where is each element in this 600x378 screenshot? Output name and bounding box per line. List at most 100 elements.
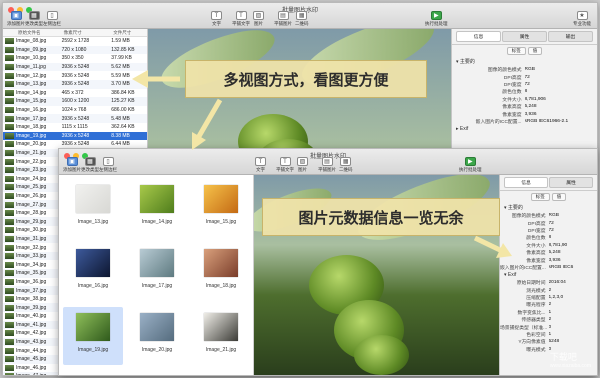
image-icon: ▨ bbox=[297, 157, 308, 166]
watermark-url: www.xiazaiba.com bbox=[549, 363, 591, 369]
thumbnail-cell[interactable]: Image_21.jpg bbox=[191, 307, 251, 365]
section-main[interactable]: ▾ 主要的 bbox=[500, 203, 597, 212]
file-row[interactable]: Image_15.jpg 1600 x 1200 125.27 KB bbox=[3, 97, 147, 106]
row-thumbnail bbox=[5, 235, 14, 242]
info-value: 2 bbox=[548, 302, 552, 308]
toolbar-button[interactable]: ★ 专业功能 bbox=[573, 11, 591, 27]
toolbar-button[interactable]: ▤ 平铺图片 bbox=[318, 157, 336, 173]
info-key: 颜色位数 bbox=[526, 236, 546, 242]
row-filename: Image_35.jpg bbox=[15, 270, 47, 277]
toolbar-button[interactable]: ▨ 图片 bbox=[297, 157, 308, 173]
col-dimensions[interactable]: 像素尺寸 bbox=[62, 29, 112, 36]
toolbar-button[interactable]: ▶ 执行批处理 bbox=[459, 157, 482, 173]
info-value: 1,2,3,0 bbox=[548, 295, 564, 301]
toolbar-button[interactable]: T 文字 bbox=[211, 11, 222, 27]
inspector-tabs: 信息 属性 bbox=[500, 175, 597, 191]
subtab-value[interactable]: 值 bbox=[527, 47, 543, 55]
toolbar-button-label: 更改类型 bbox=[25, 21, 43, 26]
thumbnail-cell[interactable]: Image_20.jpg bbox=[127, 307, 187, 365]
subtab-value[interactable]: 值 bbox=[551, 193, 567, 201]
tab-output[interactable]: 输出 bbox=[548, 31, 593, 42]
tab-info[interactable]: 信息 bbox=[504, 177, 548, 188]
thumbnail-name: Image_16.jpg bbox=[77, 283, 109, 289]
row-thumbnail bbox=[5, 132, 14, 139]
toolbar-button-label: 执行批处理 bbox=[425, 21, 448, 26]
row-dimensions: 350 x 350 bbox=[61, 55, 84, 62]
toolbar-button[interactable]: ▯ 左侧边栏 bbox=[43, 11, 61, 27]
row-filesize: 1.59 MB bbox=[111, 38, 130, 45]
thumbnail-cell[interactable]: Image_14.jpg bbox=[127, 179, 187, 237]
toolbar-button[interactable]: ▶ 执行批处理 bbox=[425, 11, 448, 27]
thumbnail-cell[interactable]: Image_17.jpg bbox=[127, 243, 187, 301]
row-filename: Image_19.jpg bbox=[15, 132, 47, 139]
thumbnail-cell[interactable]: Image_15.jpg bbox=[191, 179, 251, 237]
callout-multi-view-text: 多视图方式，看图更方便 bbox=[223, 71, 389, 89]
row-dimensions: 3936 x 5248 bbox=[61, 141, 90, 148]
info-row: 嵌入图片的ICC配置... sRGB IEC61966-2.1 bbox=[452, 118, 597, 125]
file-row[interactable]: Image_16.jpg 1024 x 768 686.00 KB bbox=[3, 106, 147, 115]
file-row[interactable]: Image_12.jpg 3936 x 5248 5.59 MB bbox=[3, 71, 147, 80]
subtab-tag[interactable]: 标签 bbox=[506, 47, 526, 55]
thumbnail-cell[interactable]: Image_18.jpg bbox=[191, 243, 251, 301]
row-thumbnail bbox=[5, 364, 14, 371]
row-thumbnail bbox=[5, 158, 14, 165]
toolbar-button[interactable]: ▣ 添加图片 bbox=[63, 157, 81, 173]
toolbar-button[interactable]: ▦ 更改类型 bbox=[81, 157, 99, 173]
toolbar-button-label: 图片 bbox=[254, 21, 263, 26]
thumbnail-cell[interactable]: Image_13.jpg bbox=[63, 179, 123, 237]
toolbar-button[interactable]: T 平铺文字 bbox=[232, 11, 250, 27]
file-row[interactable]: Image_18.jpg 1115 x 1115 362.64 KB bbox=[3, 123, 147, 132]
thumbnail-cell[interactable]: Image_16.jpg bbox=[63, 243, 123, 301]
row-dimensions: 465 x 372 bbox=[61, 89, 84, 96]
toolbar-button[interactable]: ▣ 添加图片 bbox=[7, 11, 25, 27]
info-row: 文件大小 8,781,90 bbox=[500, 242, 597, 249]
row-filename: Image_18.jpg bbox=[15, 124, 47, 131]
file-row[interactable]: Image_10.jpg 350 x 350 37.99 KB bbox=[3, 54, 147, 63]
toolbar-button-label: 平铺图片 bbox=[318, 167, 336, 172]
subtab-tag[interactable]: 标签 bbox=[530, 193, 550, 201]
file-row[interactable]: Image_19.jpg 3936 x 5248 8.38 MB bbox=[3, 131, 147, 141]
row-dimensions: 3936 x 5248 bbox=[61, 115, 90, 122]
row-thumbnail bbox=[5, 244, 14, 251]
file-row[interactable]: Image_09.jpg 720 x 1080 132.85 KB bbox=[3, 45, 147, 55]
file-row[interactable]: Image_13.jpg 3936 x 5248 3.70 MB bbox=[3, 79, 147, 89]
row-thumbnail bbox=[5, 261, 14, 268]
section-main[interactable]: ▾ 主要的 bbox=[452, 57, 597, 66]
section-exif[interactable]: ▾ Exif bbox=[500, 271, 597, 279]
row-thumbnail bbox=[5, 175, 14, 182]
file-row[interactable]: Image_11.jpg 3936 x 5248 5.62 MB bbox=[3, 62, 147, 72]
row-filesize: 6.44 MB bbox=[111, 141, 130, 148]
info-value: 72 bbox=[548, 220, 554, 226]
col-filesize[interactable]: 文件尺寸 bbox=[111, 29, 147, 36]
tab-attributes[interactable]: 属性 bbox=[502, 31, 547, 42]
section-exif[interactable]: ▸ Exif bbox=[452, 125, 597, 133]
toolbar-button[interactable]: ▤ 平铺图片 bbox=[274, 11, 292, 27]
file-row[interactable]: Image_17.jpg 3936 x 5248 5.48 MB bbox=[3, 114, 147, 123]
toolbar-button-label: 文字 bbox=[256, 167, 265, 172]
col-filename[interactable]: 原始文件名 bbox=[16, 29, 62, 36]
toolbar-button[interactable]: ▦ 二维码 bbox=[295, 11, 309, 27]
info-key: 嵌入图片的ICC配置... bbox=[475, 119, 522, 125]
view-type-icon: ▦ bbox=[84, 157, 96, 166]
file-row[interactable]: Image_08.jpg 2592 x 1728 1.59 MB bbox=[3, 37, 147, 46]
toolbar-button[interactable]: ▨ 图片 bbox=[253, 11, 264, 27]
row-thumbnail bbox=[5, 373, 14, 375]
text-icon: T bbox=[211, 11, 222, 20]
tab-attributes[interactable]: 属性 bbox=[549, 177, 593, 188]
thumbnail-cell[interactable]: Image_19.jpg bbox=[63, 307, 123, 365]
tab-info[interactable]: 信息 bbox=[456, 31, 501, 42]
toolbar-button[interactable]: ▦ 二维码 bbox=[339, 157, 353, 173]
file-row[interactable]: Image_14.jpg 465 x 372 386.84 KB bbox=[3, 89, 147, 98]
info-value: 1 bbox=[548, 332, 552, 338]
toolbar-button[interactable]: T 文字 bbox=[255, 157, 266, 173]
row-filesize: 5.62 MB bbox=[111, 64, 130, 71]
toolbar-button[interactable]: ▦ 更改类型 bbox=[25, 11, 43, 27]
back-titlebar: 批量图片水印 ▣添加图片▦更改类型▯左侧边栏T文字T平铺文字▨图片▤平铺图片▦二… bbox=[3, 3, 597, 29]
row-thumbnail bbox=[5, 64, 14, 71]
info-key: DPI高度 bbox=[527, 221, 546, 227]
toolbar-button[interactable]: T 平铺文字 bbox=[276, 157, 294, 173]
info-value: sRGB IEC6 bbox=[548, 264, 574, 270]
toolbar-button[interactable]: ▯ 左侧边栏 bbox=[99, 157, 117, 173]
info-value: 2 bbox=[548, 287, 552, 293]
row-filename: Image_42.jpg bbox=[15, 330, 47, 337]
